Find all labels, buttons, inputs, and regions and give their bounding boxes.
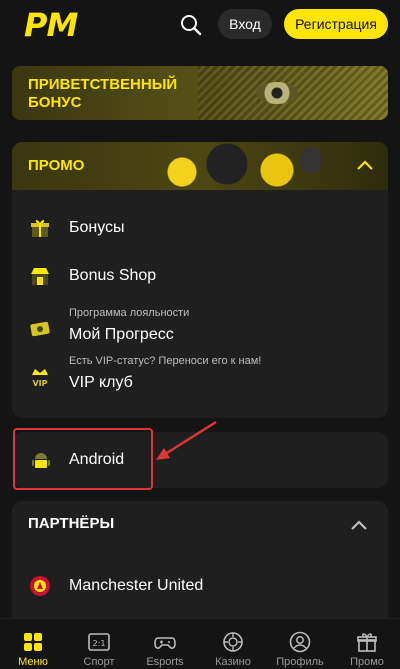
search-button[interactable] <box>178 12 204 38</box>
promo-item-label: Бонусы <box>69 219 125 236</box>
ticket-icon <box>30 321 50 337</box>
nav-label: Меню <box>18 656 48 668</box>
promo-item-subtitle: Есть VIP-статус? Переноси его к нам! <box>69 355 262 367</box>
promo-item-subtitle: Программа лояльности <box>69 307 190 319</box>
bonus-banner-title: ПРИВЕТСТВЕННЫЙ БОНУС <box>28 76 178 111</box>
top-header: PM Вход Регистрация <box>0 0 400 50</box>
chevron-up-icon[interactable] <box>356 158 374 172</box>
partner-item-label: Manchester United <box>69 577 204 594</box>
partners-section: ПАРТНЁРЫ Manchester United <box>12 501 388 631</box>
menu-grid-icon <box>24 633 42 651</box>
vip-icon: VIP <box>32 369 48 388</box>
nav-item-casino[interactable]: Казино <box>200 619 266 669</box>
scoreboard-icon: 2:1 <box>88 633 110 651</box>
register-button[interactable]: Регистрация <box>284 9 388 39</box>
nav-item-sport[interactable]: 2:1 Спорт <box>66 619 132 669</box>
nav-label: Казино <box>215 656 251 668</box>
annotation-arrow-icon <box>156 420 217 460</box>
banknote-eye-image <box>256 82 298 104</box>
annotation-highlight-box <box>13 428 153 490</box>
gift-icon <box>357 633 377 652</box>
promo-section-header[interactable]: ПРОМО <box>12 142 388 190</box>
casino-chip-icon <box>223 632 243 652</box>
login-button[interactable]: Вход <box>218 9 272 39</box>
promo-section-title: ПРОМО <box>28 157 85 174</box>
nav-item-promo[interactable]: Промо <box>334 619 400 669</box>
bottom-navigation: Меню 2:1 Спорт Esports Казино Профиль Пр… <box>0 618 400 669</box>
promo-balls-image <box>152 142 322 190</box>
nav-label: Профиль <box>276 656 324 668</box>
nav-item-menu[interactable]: Меню <box>0 619 66 669</box>
nav-label: Промо <box>350 656 384 668</box>
partner-item-manchester-united[interactable]: Manchester United <box>12 565 388 605</box>
promo-item-bonuses[interactable]: Бонусы <box>12 208 388 248</box>
promo-item-my-progress[interactable]: Программа лояльности Мой Прогресс <box>12 304 388 344</box>
svg-text:VIP: VIP <box>32 379 47 388</box>
gift-icon <box>31 219 49 237</box>
promo-item-bonus-shop[interactable]: Bonus Shop <box>12 256 388 296</box>
manchester-united-crest-icon <box>30 576 50 596</box>
promo-item-label: Мой Прогресс <box>69 326 174 343</box>
promo-item-vip-club[interactable]: VIP Есть VIP-статус? Переноси его к нам!… <box>12 352 388 392</box>
nav-item-profile[interactable]: Профиль <box>267 619 333 669</box>
gamepad-icon <box>154 637 176 649</box>
promo-section: ПРОМО Бонусы Bonus Shop Программа лояльн… <box>12 142 388 418</box>
logo[interactable]: PM <box>24 6 78 44</box>
nav-item-esports[interactable]: Esports <box>132 619 198 669</box>
search-icon <box>181 15 202 36</box>
promo-item-label: VIP клуб <box>69 374 133 391</box>
shop-icon <box>31 268 49 285</box>
nav-label: Спорт <box>83 656 115 668</box>
partners-section-title: ПАРТНЁРЫ <box>28 515 115 532</box>
profile-icon <box>289 631 311 653</box>
welcome-bonus-banner[interactable]: ПРИВЕТСТВЕННЫЙ БОНУС <box>12 66 388 120</box>
nav-label: Esports <box>146 656 184 668</box>
svg-text:2:1: 2:1 <box>93 639 106 648</box>
promo-item-label: Bonus Shop <box>69 267 157 284</box>
chevron-up-icon[interactable] <box>350 518 368 532</box>
